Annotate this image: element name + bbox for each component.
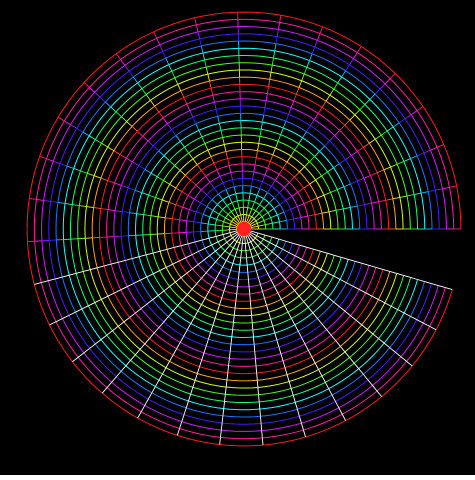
- angle-spoke-segment: [257, 380, 258, 387]
- angle-spoke-segment: [246, 251, 247, 258]
- angle-spoke-segment: [254, 344, 255, 351]
- angle-spoke-segment: [247, 265, 248, 272]
- angle-spoke-segment: [260, 409, 261, 416]
- y-tick-label: -2: [7, 368, 18, 381]
- angle-spoke-segment: [262, 431, 263, 438]
- x-tick-label: -2: [94, 461, 105, 474]
- angle-spoke-segment: [248, 272, 249, 279]
- y-tick-label: 2: [9, 78, 16, 91]
- angle-spoke-segment: [256, 366, 257, 373]
- polar-plot-frame: -3 -2 -1 0 1 2 3 3 2 1 0 -1 -2 -3: [0, 0, 475, 475]
- y-tick-label: -1: [7, 295, 18, 308]
- angle-spoke-segment: [259, 395, 260, 402]
- angle-spoke-segment: [250, 294, 251, 301]
- y-tick-label: 3: [9, 6, 16, 19]
- x-tick-label: 0: [241, 461, 248, 474]
- angle-spoke-segment: [257, 373, 258, 380]
- angle-spoke-segment: [252, 323, 253, 330]
- y-tick-label: 0: [9, 223, 16, 236]
- angle-spoke-segment: [245, 243, 246, 250]
- angle-spoke-segment: [258, 387, 259, 394]
- angle-spoke-segment: [251, 308, 252, 315]
- angle-spoke-segment: [255, 359, 256, 366]
- angle-spoke-segment: [252, 315, 253, 322]
- angle-spoke-segment: [248, 279, 249, 286]
- x-tick-label: -1: [166, 461, 177, 474]
- angle-spoke-segment: [261, 423, 262, 430]
- angle-spoke-segment: [250, 301, 251, 308]
- x-tick-label: 1: [313, 461, 320, 474]
- angle-spoke-segment: [255, 351, 256, 358]
- angle-spoke-segment: [262, 438, 263, 445]
- angle-spoke-segment: [253, 337, 254, 344]
- y-tick-label: -3: [7, 440, 18, 453]
- angle-spoke-segment: [259, 402, 260, 409]
- x-tick-label: 3: [457, 461, 464, 474]
- angle-spoke-segment: [253, 330, 254, 337]
- angle-spoke-segment: [260, 416, 261, 423]
- angle-spoke-segment: [245, 236, 246, 243]
- y-tick-label: 1: [9, 151, 16, 164]
- polar-plot-svg: -3 -2 -1 0 1 2 3 3 2 1 0 -1 -2 -3: [0, 0, 475, 475]
- angle-spoke-segment: [247, 258, 248, 265]
- x-tick-label: -3: [22, 461, 33, 474]
- center-dot: [237, 222, 251, 236]
- angle-spoke-segment: [249, 287, 250, 294]
- x-tick-label: 2: [385, 461, 392, 474]
- plot-background: [1, 1, 474, 474]
